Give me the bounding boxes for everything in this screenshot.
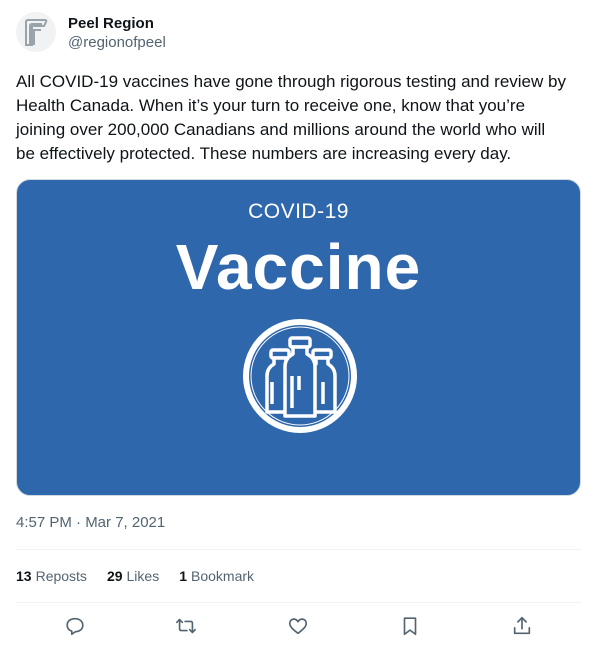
like-button[interactable]: [287, 615, 309, 637]
tweet-header: Peel Region @regionofpeel: [16, 12, 166, 52]
author-handle[interactable]: @regionofpeel: [68, 33, 166, 52]
tweet-stats: 13 Reposts 29 Likes 1 Bookmark: [16, 566, 274, 586]
likes-label: Likes: [126, 568, 160, 584]
bookmark-button[interactable]: [399, 615, 421, 637]
bookmarks-label: Bookmark: [191, 568, 255, 584]
share-icon: [513, 616, 531, 635]
bookmark-icon: [403, 617, 417, 636]
tweet-text: All COVID-19 vaccines have gone through …: [16, 72, 566, 163]
tweet-media-image[interactable]: COVID-19 Vaccine: [16, 179, 581, 496]
repost-button[interactable]: [175, 615, 197, 637]
repost-icon: [176, 618, 196, 634]
vaccine-vials-icon: [243, 319, 357, 433]
reposts-label: Reposts: [35, 568, 87, 584]
share-button[interactable]: [511, 615, 533, 637]
likes-count: 29: [106, 568, 123, 584]
reposts-stat[interactable]: 13 Reposts: [16, 566, 87, 586]
author-display-name[interactable]: Peel Region: [68, 14, 166, 33]
like-icon: [288, 618, 308, 635]
bookmarks-count: 1: [179, 568, 187, 584]
reposts-count: 13: [16, 568, 32, 584]
tweet-actions: [16, 611, 582, 643]
divider: [16, 602, 582, 603]
media-title: Vaccine: [175, 231, 422, 303]
likes-stat[interactable]: 29 Likes: [107, 566, 159, 586]
media-subtitle: COVID-19: [248, 200, 349, 223]
peel-region-logo-icon: [25, 19, 48, 46]
tweet-timestamp[interactable]: 4:57 PM · Mar 7, 2021: [16, 513, 165, 533]
avatar[interactable]: [16, 12, 56, 52]
bookmarks-stat[interactable]: 1 Bookmark: [179, 566, 254, 586]
reply-icon: [66, 617, 84, 636]
reply-button[interactable]: [64, 615, 86, 637]
divider: [16, 549, 582, 550]
